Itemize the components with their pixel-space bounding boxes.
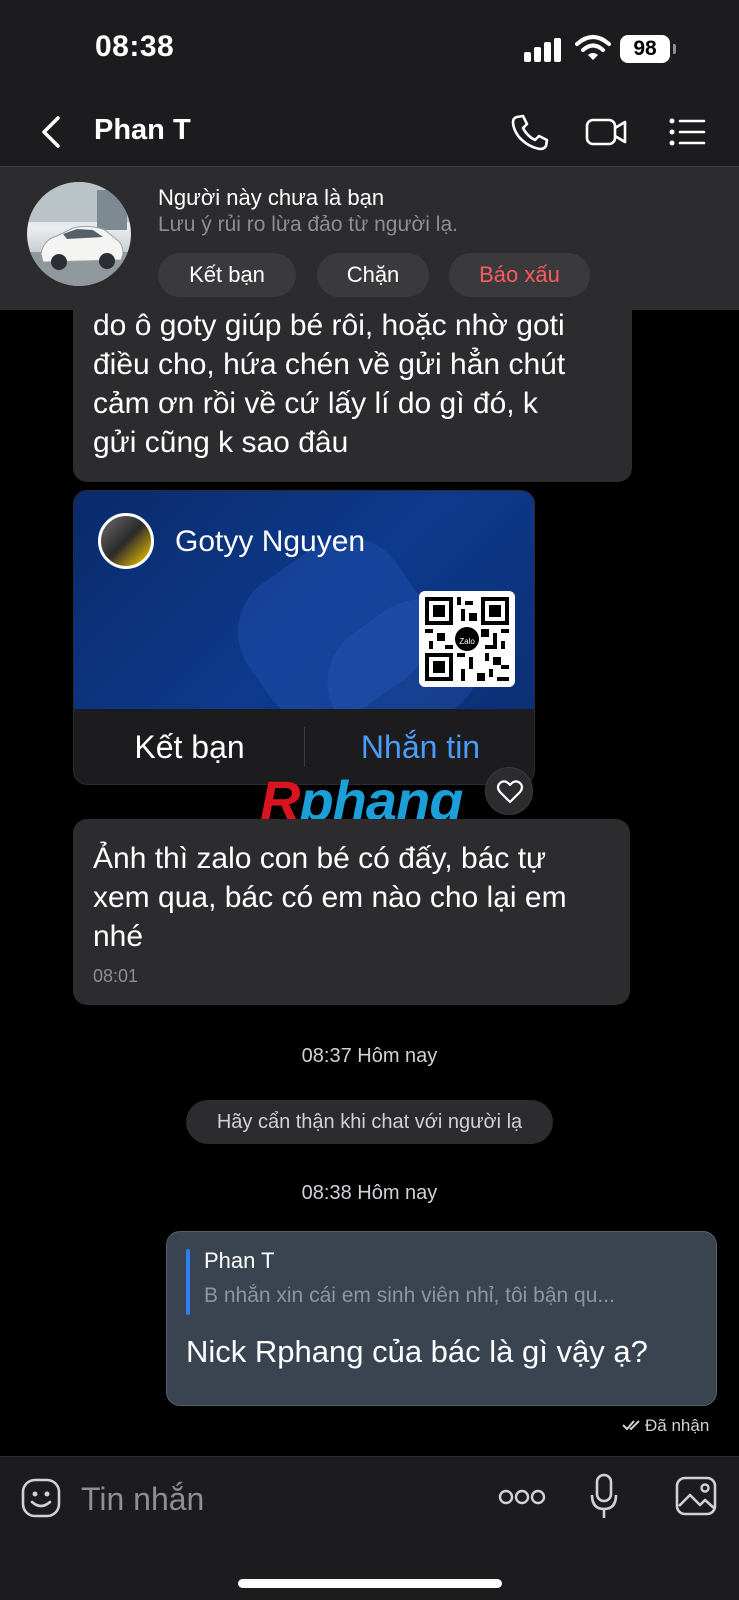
more-icon[interactable] [498, 1487, 546, 1507]
menu-list-icon[interactable] [666, 112, 710, 152]
quote-text[interactable]: B nhắn xin cái em sinh viên nhỉ, tôi bận… [204, 1284, 694, 1308]
heart-icon[interactable] [485, 767, 533, 815]
contact-name: Gotyy Nguyen [175, 525, 366, 558]
video-call-icon[interactable] [584, 112, 628, 152]
quote-sender: Phan T [204, 1248, 275, 1273]
message-line: nhé [93, 920, 144, 953]
stranger-caution-notice: Hãy cẩn thận khi chat với người lạ [186, 1100, 553, 1144]
stranger-subtitle: Lưu ý rủi ro lừa đảo từ người lạ. [158, 213, 458, 236]
chat-title[interactable]: Phan T [94, 114, 191, 147]
stranger-warning-bar: Người này chưa là bạn Lưu ý rủi ro lừa đ… [0, 166, 739, 310]
report-button[interactable]: Báo xấu [449, 253, 590, 297]
stranger-title: Người này chưa là bạn [158, 185, 385, 210]
home-indicator[interactable] [238, 1579, 502, 1588]
qr-code: Zalo [419, 591, 515, 687]
contact-card[interactable]: Gotyy Nguyen Zalo Kết bạn Nhắn tin [73, 490, 535, 785]
phone-icon[interactable] [508, 112, 552, 152]
date-separator: 08:37 Hôm nay [301, 1045, 438, 1067]
microphone-icon[interactable] [589, 1473, 619, 1521]
delivery-status-text: Đã nhận [645, 1416, 710, 1435]
delivery-status: Đã nhận [622, 1416, 709, 1436]
message-composer: Tin nhắn [0, 1456, 739, 1600]
back-icon[interactable] [38, 114, 64, 150]
qr-logo-label: Zalo [459, 637, 475, 646]
incoming-message[interactable]: do ô goty giúp bé rôi, hoặc nhờ goti điề… [73, 290, 632, 482]
contact-avatar [98, 513, 154, 569]
status-time: 08:38 [95, 30, 175, 63]
quote-bar [186, 1249, 190, 1315]
incoming-message[interactable]: Ảnh thì zalo con bé có đấy, bác tự xem q… [73, 819, 630, 1005]
status-bar: 08:38 98 [0, 0, 739, 100]
message-line: do ô goty giúp bé rôi, hoặc nhờ goti [93, 309, 565, 342]
message-text: Nick Rphang của bác là gì vậy ạ? [186, 1334, 648, 1369]
message-time: 08:01 [93, 966, 139, 986]
sticker-icon[interactable] [20, 1477, 62, 1519]
image-icon[interactable] [674, 1475, 718, 1517]
avatar[interactable] [27, 182, 131, 286]
message-line: điều cho, hứa chén về gửi hẳn chút [93, 348, 566, 381]
message-line: cảm ơn rồi về cứ lấy lí do gì đó, k [93, 387, 538, 420]
message-line: gửi cũng k sao đâu [93, 426, 349, 459]
message-line: xem qua, bác có em nào cho lại em [93, 881, 567, 914]
message-input[interactable]: Tin nhắn [81, 1481, 204, 1518]
date-separator: 08:38 Hôm nay [301, 1182, 438, 1204]
cellular-signal-icon [524, 38, 564, 62]
message-line: Ảnh thì zalo con bé có đấy, bác tự [93, 842, 547, 875]
add-friend-button[interactable]: Kết bạn [158, 253, 296, 297]
battery-indicator: 98 [620, 35, 676, 63]
contact-card-banner: Gotyy Nguyen Zalo [74, 491, 534, 709]
wifi-icon [575, 35, 611, 60]
block-button[interactable]: Chặn [317, 253, 429, 297]
chat-header: Phan T [0, 100, 739, 166]
double-check-icon [622, 1420, 640, 1431]
outgoing-message[interactable]: Phan T B nhắn xin cái em sinh viên nhỉ, … [166, 1231, 717, 1406]
